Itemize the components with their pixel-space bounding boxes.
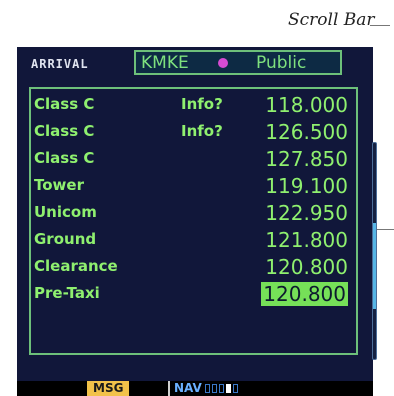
selected-frequency-value[interactable]: 120.800 [261, 282, 348, 306]
frequency-row[interactable]: Class C Info? 126.500 [31, 120, 356, 146]
airport-id: KMKE [141, 53, 189, 73]
frequency-value: 126.500 [265, 120, 348, 144]
info-link[interactable]: Info? [181, 95, 223, 113]
airport-symbol-icon [218, 58, 228, 68]
frequency-list: Class C Info? 118.000 Class C Info? 126.… [29, 87, 358, 355]
airport-type: Public [256, 53, 307, 73]
msg-annunciator[interactable]: MSG [87, 381, 130, 396]
frequency-row[interactable]: Ground 121.800 [31, 228, 356, 254]
frequency-row-selected[interactable]: Pre-Taxi 120.800 [31, 282, 356, 308]
scroll-bar-callout-label: Scroll Bar [288, 10, 375, 30]
frequency-type: Ground [34, 230, 97, 248]
frequency-value: 118.000 [265, 93, 348, 117]
frequency-type: Class C [34, 149, 95, 167]
page-dot [205, 384, 210, 393]
status-bar: MSG NAV [17, 381, 373, 396]
frequency-value: 119.100 [265, 174, 348, 198]
frequency-type: Class C [34, 95, 95, 113]
airport-identifier-field[interactable]: KMKE Public [134, 50, 342, 75]
page-dot [212, 384, 217, 393]
page-dot-active [226, 384, 231, 393]
page-title: ARRIVAL [31, 57, 89, 71]
frequency-value: 120.800 [265, 255, 348, 279]
frequency-row[interactable]: Clearance 120.800 [31, 255, 356, 281]
frequency-type: Clearance [34, 257, 118, 275]
frequency-row[interactable]: Class C Info? 118.000 [31, 93, 356, 119]
page-dot [219, 384, 224, 393]
gps-display-screen: ARRIVAL KMKE Public Class C Info? 118.00… [17, 47, 377, 381]
scroll-bar-thumb[interactable] [373, 223, 376, 309]
frequency-row[interactable]: Unicom 122.950 [31, 201, 356, 227]
frequency-type: Class C [34, 122, 95, 140]
page-indicator [205, 384, 238, 393]
frequency-row[interactable]: Tower 119.100 [31, 174, 356, 200]
frequency-row[interactable]: Class C 127.850 [31, 147, 356, 173]
frequency-value: 121.800 [265, 228, 348, 252]
frequency-value: 122.950 [265, 201, 348, 225]
page-dot [233, 384, 238, 393]
info-link[interactable]: Info? [181, 122, 223, 140]
callout-leader-line [370, 25, 390, 26]
frequency-type: Tower [34, 176, 84, 194]
scroll-bar[interactable] [372, 142, 377, 360]
frequency-value: 127.850 [265, 147, 348, 171]
frequency-type: Unicom [34, 203, 97, 221]
nav-page-group-label: NAV [168, 381, 202, 396]
frequency-type: Pre-Taxi [34, 284, 100, 302]
